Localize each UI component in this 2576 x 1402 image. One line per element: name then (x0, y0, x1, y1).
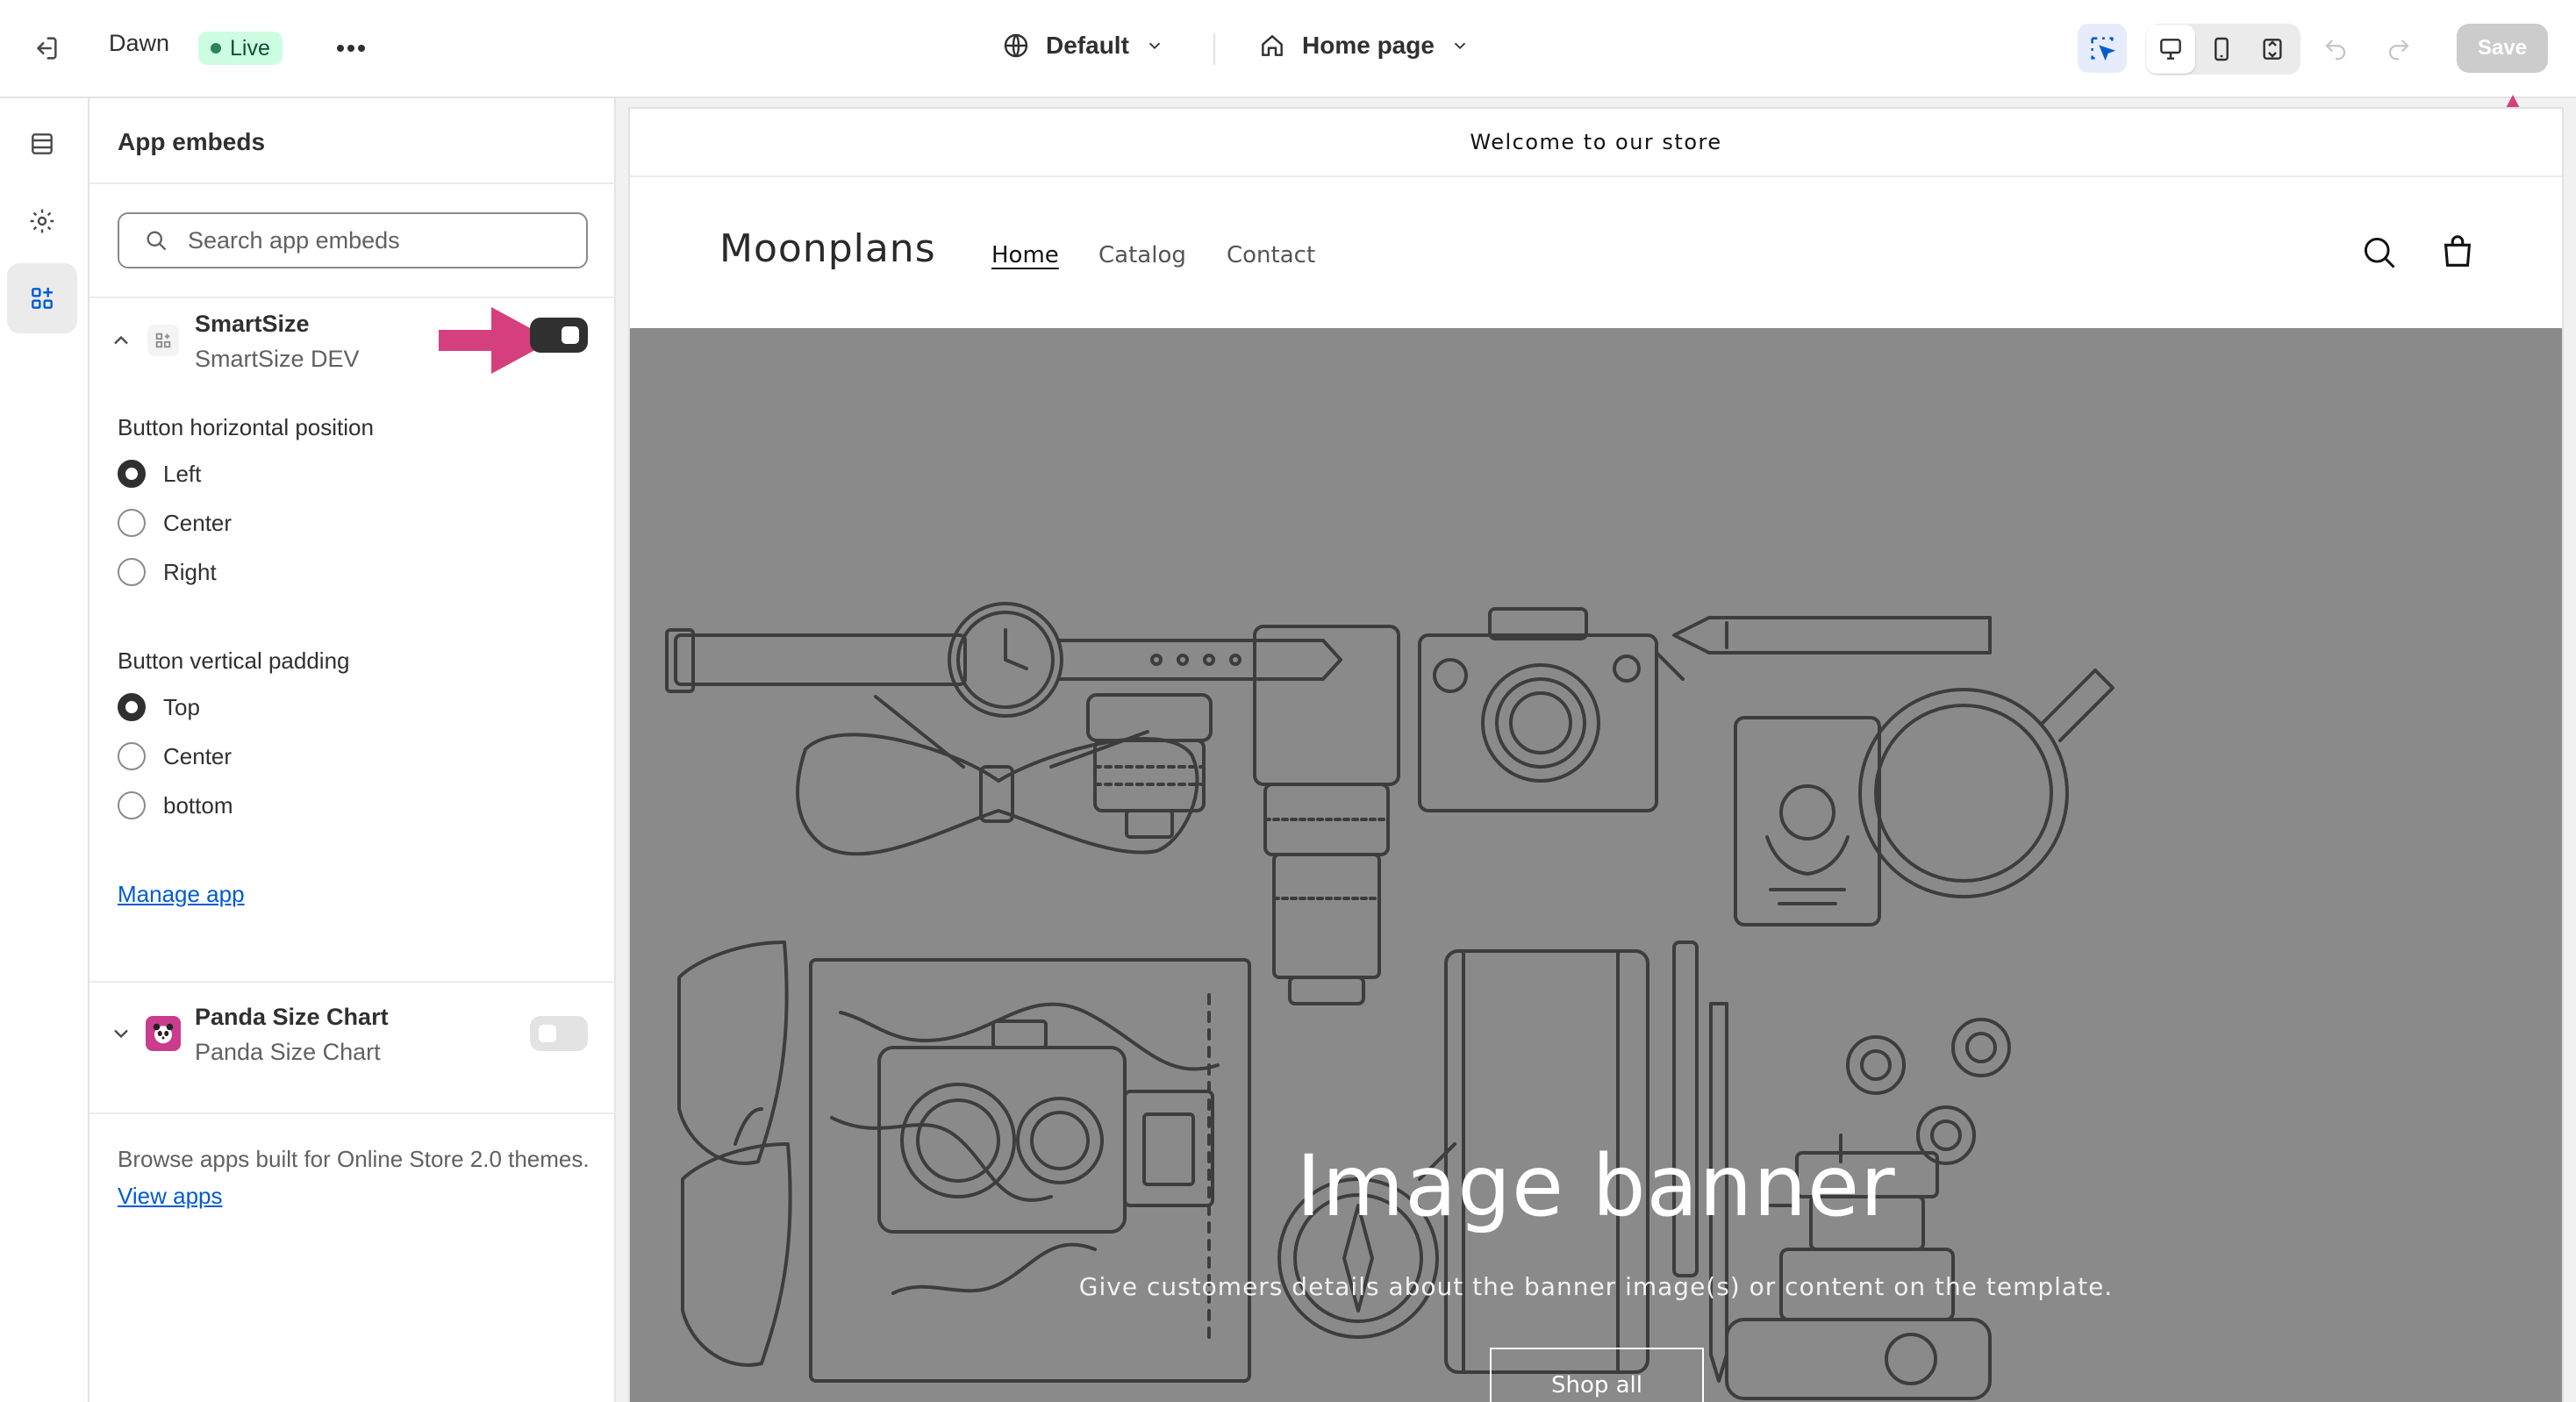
radio-label: Top (163, 693, 200, 720)
gear-icon (30, 209, 54, 233)
apps-icon (32, 288, 53, 309)
storefront-preview: Welcome to our store Moonplans Home Cata… (630, 109, 2562, 1402)
store-logo[interactable]: Moonplans (719, 226, 936, 271)
app-embed-smartsize: SmartSize SmartSize DEV Button horizonta… (89, 298, 616, 1062)
locale-label: Default (1046, 32, 1129, 59)
nav-home[interactable]: Home (991, 242, 1059, 268)
radio-vertical-center[interactable]: Center (118, 742, 232, 770)
radio-label: Left (163, 460, 202, 487)
radio-icon[interactable] (118, 791, 146, 819)
chevron-down-icon (1454, 42, 1466, 50)
theme-name: Dawn (109, 30, 170, 56)
search-icon (147, 231, 167, 251)
rail-app-embeds-button[interactable] (7, 263, 77, 333)
radio-horizontal-right[interactable]: Right (118, 558, 217, 586)
app-subtitle: Panda Size Chart (195, 1039, 381, 1065)
radio-icon[interactable] (118, 558, 146, 586)
template-selector[interactable]: Home page (1258, 32, 1470, 60)
cart-icon[interactable] (2437, 232, 2478, 272)
radio-selected-icon[interactable] (118, 460, 146, 488)
radio-icon[interactable] (118, 742, 146, 770)
live-badge-label: Live (230, 35, 270, 61)
app-name: Panda Size Chart (195, 1004, 389, 1030)
more-actions-icon[interactable] (326, 24, 376, 73)
announcement-bar: Welcome to our store (630, 109, 2562, 177)
radio-vertical-top[interactable]: Top (118, 693, 200, 721)
globe-icon (1004, 33, 1028, 58)
exit-icon[interactable] (21, 24, 70, 73)
desktop-icon (2160, 39, 2181, 60)
app-name: SmartSize (195, 311, 310, 337)
editor-rail (0, 98, 89, 1402)
radio-horizontal-left[interactable]: Left (118, 460, 201, 488)
banner-subtitle: Give customers details about the banner … (1078, 1272, 2114, 1301)
divider (89, 182, 616, 184)
banner-illustration (665, 602, 2114, 1400)
mobile-icon (2215, 37, 2229, 61)
template-label: Home page (1302, 32, 1435, 59)
radio-horizontal-center[interactable]: Center (118, 509, 232, 537)
browse-apps-label: Browse apps built for Online Store 2.0 t… (118, 1146, 590, 1172)
chevron-up-icon[interactable] (109, 328, 133, 353)
radio-label: Center (163, 742, 233, 769)
vertical-padding-label: Button vertical padding (118, 647, 350, 674)
home-icon (1262, 34, 1283, 56)
panda-app-icon (146, 1016, 181, 1051)
sections-icon (32, 133, 53, 154)
search-field[interactable] (118, 212, 588, 268)
view-apps-link[interactable]: View apps (118, 1183, 223, 1209)
inspector-button[interactable] (2078, 24, 2127, 73)
store-header: Moonplans Home Catalog Contact (630, 179, 2562, 326)
desktop-view-button[interactable] (2146, 25, 2195, 74)
radio-label: Right (163, 558, 217, 585)
app-embeds-panel: App embeds SmartSize SmartSize DEV Butto… (89, 98, 616, 1402)
save-button[interactable]: Save (2457, 24, 2548, 73)
nav-catalog[interactable]: Catalog (1098, 242, 1186, 268)
live-dot-icon (211, 43, 221, 54)
panel-title: App embeds (118, 128, 266, 155)
banner-title: Image banner (1296, 1137, 1896, 1235)
undo-icon (2325, 39, 2346, 61)
radio-label: bottom (163, 791, 233, 819)
chevron-down-icon (1148, 42, 1161, 50)
mobile-view-button[interactable] (2197, 25, 2246, 74)
editor-topbar: Dawn Live Default Home page Save (0, 0, 2576, 98)
nav-contact[interactable]: Contact (1227, 242, 1315, 268)
image-banner: Image banner Give customers details abou… (630, 328, 2562, 1402)
panda-size-chart-toggle[interactable] (530, 1016, 588, 1051)
rail-sections-button[interactable] (7, 109, 77, 179)
live-badge: Live (198, 32, 283, 65)
shop-all-button[interactable]: Shop all (1490, 1348, 1704, 1402)
search-input[interactable] (188, 226, 556, 254)
manage-app-link[interactable]: Manage app (118, 881, 245, 908)
divider (89, 1112, 616, 1114)
locale-selector[interactable]: Default (1002, 32, 1164, 60)
app-embed-panda-size-chart: Panda Size Chart Panda Size Chart (89, 983, 616, 1123)
horizontal-position-label: Button horizontal position (118, 414, 374, 440)
smartsize-toggle[interactable] (530, 318, 588, 353)
radio-icon[interactable] (118, 509, 146, 537)
rail-theme-settings-button[interactable] (7, 186, 77, 256)
select-cursor-icon (2091, 37, 2116, 61)
browse-apps-text: Browse apps built for Online Store 2.0 t… (118, 1141, 591, 1214)
topbar-divider (1213, 33, 1215, 65)
store-search-icon[interactable] (2360, 233, 2399, 272)
app-subtitle: SmartSize DEV (195, 346, 360, 372)
fullscreen-view-button[interactable] (2248, 25, 2297, 74)
app-icon (147, 325, 179, 356)
redo-icon (2388, 39, 2409, 61)
expand-icon (2263, 39, 2282, 60)
radio-label: Center (163, 509, 233, 536)
chevron-down-icon[interactable] (109, 1021, 133, 1046)
redo-button[interactable] (2374, 25, 2423, 74)
radio-selected-icon[interactable] (118, 693, 146, 721)
undo-button[interactable] (2311, 25, 2360, 74)
radio-vertical-bottom[interactable]: bottom (118, 791, 233, 819)
